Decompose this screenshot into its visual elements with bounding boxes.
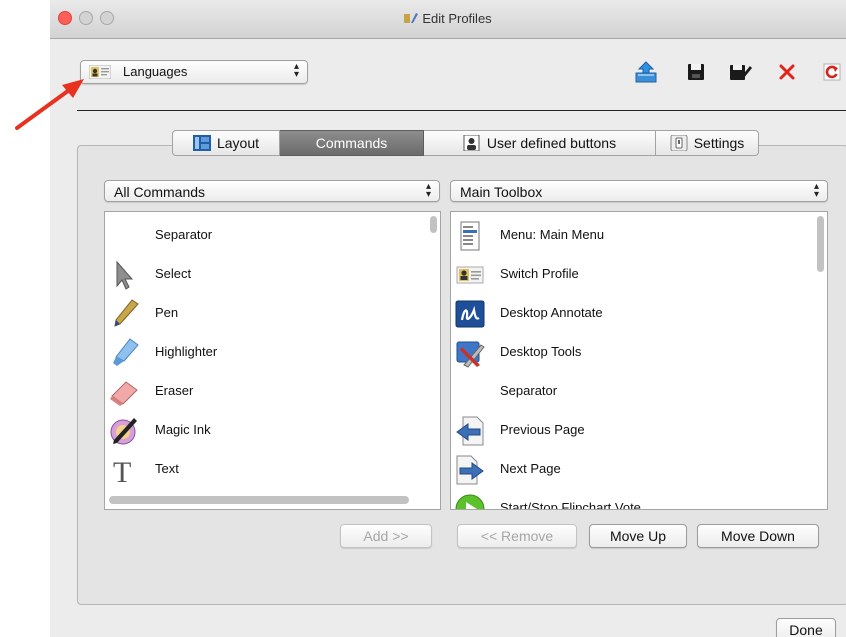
- list-item-label: Next Page: [500, 461, 561, 476]
- svg-text:T: T: [113, 456, 131, 486]
- delete-icon[interactable]: [775, 60, 799, 84]
- select-arrows-icon: ▴ ▾: [293, 61, 299, 80]
- window-title: Edit Profiles: [50, 11, 846, 26]
- tab-commands-label: Commands: [315, 135, 388, 151]
- horizontal-scrollbar[interactable]: [109, 496, 409, 504]
- list-item[interactable]: Menu: Main Menu: [451, 217, 827, 253]
- list-item[interactable]: Previous Page: [451, 412, 827, 448]
- right-filter-value: Main Toolbox: [460, 184, 543, 200]
- save-icon[interactable]: [684, 60, 708, 84]
- list-item[interactable]: Pen: [105, 295, 440, 331]
- select-arrows-icon: ▴ ▾: [425, 181, 431, 200]
- done-button[interactable]: Done: [776, 618, 836, 637]
- tab-commands[interactable]: Commands: [280, 130, 424, 156]
- tab-layout[interactable]: Layout: [172, 130, 280, 156]
- move-down-button[interactable]: Move Down: [697, 524, 819, 548]
- list-item[interactable]: Switch Profile: [451, 256, 827, 292]
- tab-user-defined-buttons-label: User defined buttons: [486, 135, 617, 151]
- list-item-label: Menu: Main Menu: [500, 227, 605, 242]
- list-item[interactable]: Desktop Tools: [451, 334, 827, 370]
- header-divider: [77, 110, 846, 111]
- next-page-icon: [456, 455, 484, 485]
- list-item[interactable]: T Text: [105, 451, 440, 487]
- eraser-icon: [110, 381, 138, 406]
- profile-select[interactable]: Languages ▴ ▾: [80, 60, 308, 84]
- list-item-label: Switch Profile: [500, 266, 579, 281]
- list-item[interactable]: Start/Stop Flipchart Vote: [451, 490, 827, 510]
- list-item[interactable]: Eraser: [105, 373, 440, 409]
- app-icon: [404, 13, 419, 23]
- toolbox-commands-list[interactable]: Menu: Main Menu Switch Profile Desktop A…: [450, 211, 828, 510]
- left-filter-value: All Commands: [114, 184, 206, 200]
- list-item[interactable]: Highlighter: [105, 334, 440, 370]
- select-arrows-icon: ▴ ▾: [813, 181, 819, 200]
- desktop-annotate-icon: [455, 300, 485, 328]
- profile-icon: [89, 65, 111, 79]
- magic-ink-icon: [110, 418, 137, 445]
- list-item[interactable]: Magic Ink: [105, 412, 440, 448]
- title-bar[interactable]: Edit Profiles: [50, 0, 846, 39]
- list-item-label: Desktop Annotate: [500, 305, 603, 320]
- tab-settings-label: Settings: [693, 135, 745, 151]
- edit-profiles-window: Edit Profiles Languages ▴ ▾ Layout Comman…: [50, 0, 846, 637]
- pen-icon: [114, 299, 139, 327]
- list-item-label: Start/Stop Flipchart Vote: [500, 500, 641, 510]
- window-title-text: Edit Profiles: [422, 11, 492, 26]
- previous-page-icon: [456, 416, 484, 446]
- layout-icon: [192, 135, 211, 151]
- available-commands-list[interactable]: Separator Select Pen Highlighter Eraser …: [104, 211, 441, 510]
- left-filter-select[interactable]: All Commands ▴ ▾: [104, 180, 440, 202]
- list-item[interactable]: Separator: [105, 217, 440, 253]
- profile-select-value: Languages: [123, 64, 188, 79]
- list-item-label: Desktop Tools: [500, 344, 582, 359]
- upload-profile-icon[interactable]: [634, 60, 658, 84]
- user-icon: [463, 135, 480, 151]
- right-filter-select[interactable]: Main Toolbox ▴ ▾: [450, 180, 828, 202]
- list-item[interactable]: Separator: [451, 373, 827, 409]
- list-item-label: Magic Ink: [155, 422, 211, 437]
- list-item[interactable]: Desktop Annotate: [451, 295, 827, 331]
- list-item[interactable]: Select: [105, 256, 440, 292]
- tab-layout-label: Layout: [216, 135, 260, 151]
- list-item-label: Highlighter: [155, 344, 218, 359]
- vertical-scrollbar[interactable]: [817, 216, 824, 272]
- profile-icon: [456, 266, 484, 284]
- refresh-icon[interactable]: [820, 60, 844, 84]
- list-item[interactable]: Next Page: [451, 451, 827, 487]
- move-up-button[interactable]: Move Up: [589, 524, 687, 548]
- list-item-label: Eraser: [155, 383, 194, 398]
- list-item-label: Text: [155, 461, 179, 476]
- list-item-label: Separator: [155, 227, 213, 242]
- text-icon: T: [113, 456, 131, 486]
- edit-save-icon[interactable]: [728, 60, 752, 84]
- vertical-scrollbar[interactable]: [430, 216, 437, 233]
- select-arrow-icon: [116, 260, 134, 290]
- tab-settings[interactable]: Settings: [656, 130, 759, 156]
- tab-user-defined-buttons[interactable]: User defined buttons: [424, 130, 656, 156]
- remove-button[interactable]: << Remove: [457, 524, 577, 548]
- list-item-label: Previous Page: [500, 422, 585, 437]
- add-button[interactable]: Add >>: [340, 524, 432, 548]
- menu-icon: [460, 221, 480, 251]
- tab-bar: Layout Commands User defined buttons Set…: [172, 130, 759, 156]
- list-item-label: Select: [155, 266, 192, 281]
- settings-icon: [670, 135, 688, 151]
- list-item-label: Separator: [500, 383, 558, 398]
- vote-icon: [455, 494, 485, 509]
- highlighter-icon: [113, 338, 139, 366]
- desktop-tools-icon: [456, 341, 485, 368]
- list-item-label: Pen: [155, 305, 179, 320]
